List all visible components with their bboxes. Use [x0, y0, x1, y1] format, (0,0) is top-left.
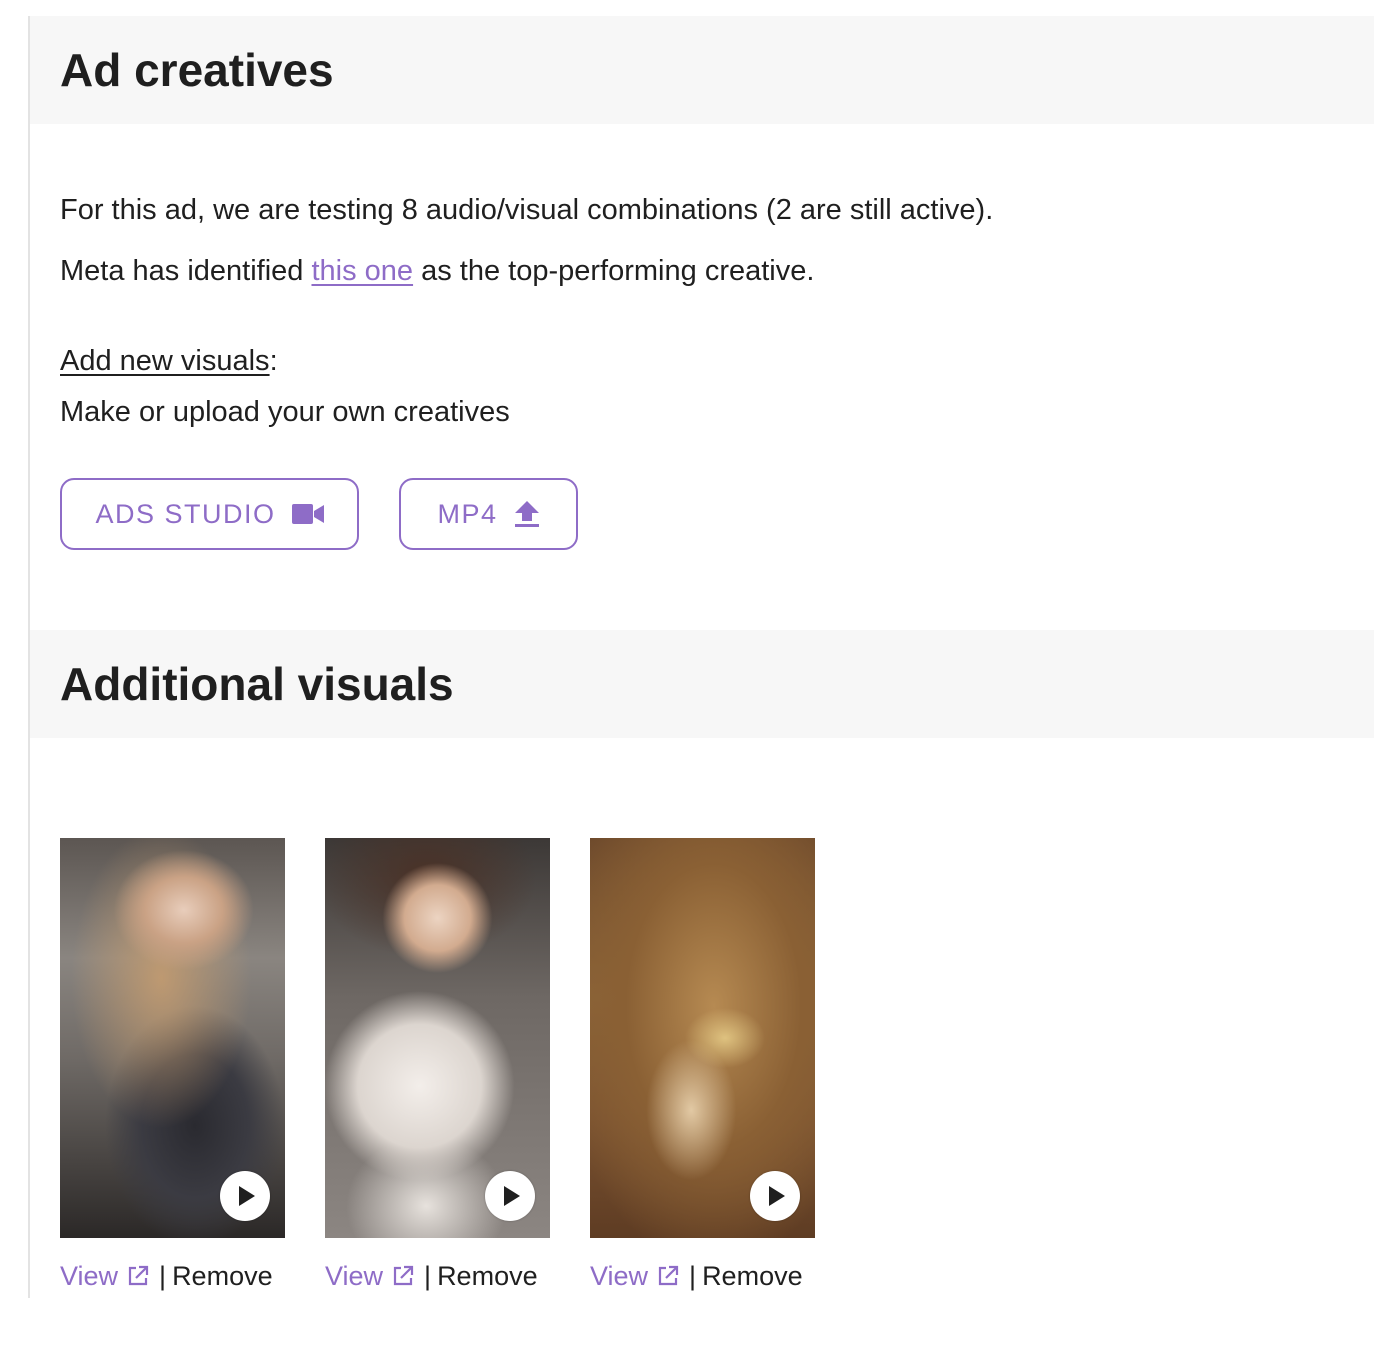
- separator: |: [159, 1261, 167, 1291]
- visual-actions-1: View | Remove: [60, 1259, 273, 1293]
- visual-actions-3: View | Remove: [590, 1259, 803, 1293]
- view-link[interactable]: View: [325, 1259, 383, 1293]
- add-new-visuals-link[interactable]: Add new visuals: [60, 345, 270, 377]
- remove-link[interactable]: Remove: [437, 1259, 538, 1293]
- external-link-icon[interactable]: [392, 1265, 414, 1287]
- upload-icon: [514, 500, 540, 528]
- play-icon[interactable]: [220, 1171, 270, 1221]
- ads-studio-button[interactable]: ADS STUDIO: [60, 478, 359, 550]
- visual-thumbnail-2[interactable]: [325, 838, 550, 1238]
- visual-thumbnail-1[interactable]: [60, 838, 285, 1238]
- visual-thumbnail-3[interactable]: [590, 838, 815, 1238]
- top-performer-text: Meta has identified this one as the top-…: [60, 253, 814, 289]
- additional-visuals-header: Additional visuals: [30, 630, 1374, 738]
- add-new-visuals-line: Add new visuals:: [60, 343, 278, 379]
- page: Ad creatives For this ad, we are testing…: [0, 0, 1374, 1372]
- remove-link[interactable]: Remove: [172, 1259, 273, 1293]
- ad-creatives-header: Ad creatives: [30, 16, 1374, 124]
- make-upload-text: Make or upload your own creatives: [60, 396, 510, 428]
- ad-creatives-title: Ad creatives: [60, 44, 334, 96]
- play-icon[interactable]: [750, 1171, 800, 1221]
- additional-visuals-title: Additional visuals: [60, 658, 454, 710]
- separator: |: [424, 1261, 432, 1291]
- external-link-icon[interactable]: [127, 1265, 149, 1287]
- external-link-icon[interactable]: [657, 1265, 679, 1287]
- mp4-label: MP4: [437, 498, 498, 529]
- top-performer-prefix: Meta has identified: [60, 255, 312, 287]
- view-link[interactable]: View: [590, 1259, 648, 1293]
- play-icon[interactable]: [485, 1171, 535, 1221]
- top-creative-link[interactable]: this one: [311, 255, 413, 287]
- add-new-visuals-colon: :: [269, 345, 278, 377]
- mp4-upload-button[interactable]: MP4: [399, 478, 578, 550]
- visual-actions-2: View | Remove: [325, 1259, 538, 1293]
- top-performer-suffix: as the top-performing creative.: [413, 255, 815, 287]
- view-link[interactable]: View: [60, 1259, 118, 1293]
- remove-link[interactable]: Remove: [702, 1259, 803, 1293]
- intro-text: For this ad, we are testing 8 audio/visu…: [60, 194, 994, 226]
- ads-studio-label: ADS STUDIO: [95, 498, 276, 529]
- separator: |: [689, 1261, 697, 1291]
- video-camera-icon: [291, 503, 324, 525]
